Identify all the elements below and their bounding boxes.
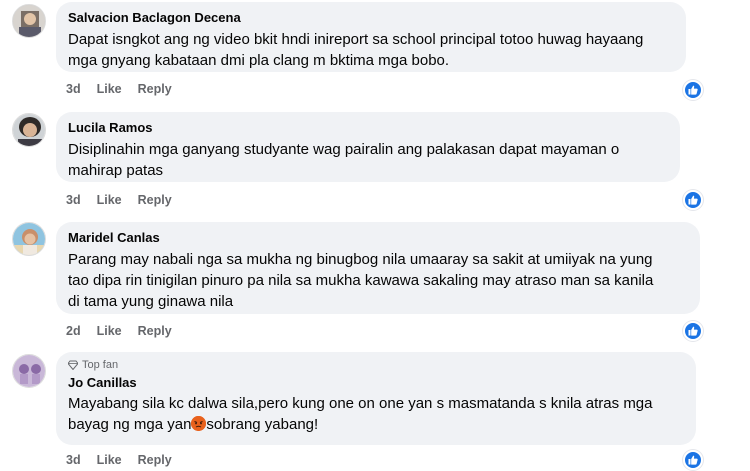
comment-actions: 3d Like Reply bbox=[66, 193, 172, 207]
comment-time[interactable]: 3d bbox=[66, 82, 81, 96]
like-reaction-icon[interactable] bbox=[683, 80, 703, 100]
avatar-photo bbox=[13, 223, 45, 255]
like-reaction-icon[interactable] bbox=[683, 450, 703, 470]
like-button[interactable]: Like bbox=[97, 82, 122, 96]
comment-author[interactable]: Maridel Canlas bbox=[68, 229, 688, 246]
like-reaction-icon[interactable] bbox=[683, 190, 703, 210]
like-button[interactable]: Like bbox=[97, 193, 122, 207]
reply-button[interactable]: Reply bbox=[138, 453, 172, 467]
avatar-photo bbox=[13, 5, 45, 37]
like-button[interactable]: Like bbox=[97, 453, 122, 467]
comment-line: Parang may nabali nga sa mukha ng binugb… bbox=[68, 251, 653, 268]
top-fan-label: Top fan bbox=[82, 359, 119, 371]
reply-button[interactable]: Reply bbox=[138, 82, 172, 96]
comment-text: Dapat isngkot ang ng video bkit hndi ini… bbox=[68, 29, 674, 71]
comment-time[interactable]: 3d bbox=[66, 453, 81, 467]
thumbs-up-icon bbox=[688, 195, 698, 205]
comment-line: di tama yung ginawa nila bbox=[68, 293, 234, 310]
comment-bubble: Lucila Ramos Disiplinahin mga ganyang st… bbox=[56, 112, 680, 182]
thumbs-up-icon bbox=[688, 326, 698, 336]
avatar[interactable] bbox=[12, 354, 46, 388]
reply-button[interactable]: Reply bbox=[138, 193, 172, 207]
top-fan-badge: Top fan bbox=[68, 358, 684, 372]
comment-bubble: Salvacion Baclagon Decena Dapat isngkot … bbox=[56, 2, 686, 72]
thumbs-up-icon bbox=[688, 455, 698, 465]
comment-line-part: sobrang yabang! bbox=[206, 416, 319, 433]
avatar-photo bbox=[13, 114, 45, 146]
comment-actions: 2d Like Reply bbox=[66, 324, 172, 338]
comment-time[interactable]: 3d bbox=[66, 193, 81, 207]
comment-time[interactable]: 2d bbox=[66, 324, 81, 338]
avatar[interactable] bbox=[12, 113, 46, 147]
comment-text: Disiplinahin mga ganyang studyante wag p… bbox=[68, 139, 668, 181]
comment-line: tao dipa rin tinigilan pinuro pa nila sa… bbox=[68, 272, 654, 289]
angry-emoji-icon bbox=[191, 416, 207, 431]
avatar-photo bbox=[13, 355, 45, 387]
diamond-icon bbox=[68, 360, 78, 370]
comment-line: mga gnyang kabataan dmi pla clang m bkti… bbox=[68, 52, 450, 69]
comment-line: bayag ng mga yan sobrang yabang! bbox=[68, 414, 684, 435]
comment-bubble: Top fan Jo Canillas Mayabang sila kc dal… bbox=[56, 352, 696, 445]
comment-text: Mayabang sila kc dalwa sila,pero kung on… bbox=[68, 393, 684, 435]
comment-line: Disiplinahin mga ganyang studyante wag p… bbox=[68, 141, 620, 158]
reply-button[interactable]: Reply bbox=[138, 324, 172, 338]
thumbs-up-icon bbox=[688, 85, 698, 95]
comment-line: Mayabang sila kc dalwa sila,pero kung on… bbox=[68, 395, 653, 412]
comment-line-part: bayag ng mga yan bbox=[68, 416, 192, 433]
like-button[interactable]: Like bbox=[97, 324, 122, 338]
like-reaction-icon[interactable] bbox=[683, 321, 703, 341]
comment-author[interactable]: Lucila Ramos bbox=[68, 119, 668, 136]
comment-author[interactable]: Jo Canillas bbox=[68, 374, 684, 391]
avatar[interactable] bbox=[12, 222, 46, 256]
comment-actions: 3d Like Reply bbox=[66, 453, 172, 467]
comment-bubble: Maridel Canlas Parang may nabali nga sa … bbox=[56, 222, 700, 314]
comment-text: Parang may nabali nga sa mukha ng binugb… bbox=[68, 249, 688, 312]
comment-line: Dapat isngkot ang ng video bkit hndi ini… bbox=[68, 31, 644, 48]
comment-line: mahirap patas bbox=[68, 162, 164, 179]
avatar[interactable] bbox=[12, 4, 46, 38]
comment-actions: 3d Like Reply bbox=[66, 82, 172, 96]
comment-author[interactable]: Salvacion Baclagon Decena bbox=[68, 9, 674, 26]
